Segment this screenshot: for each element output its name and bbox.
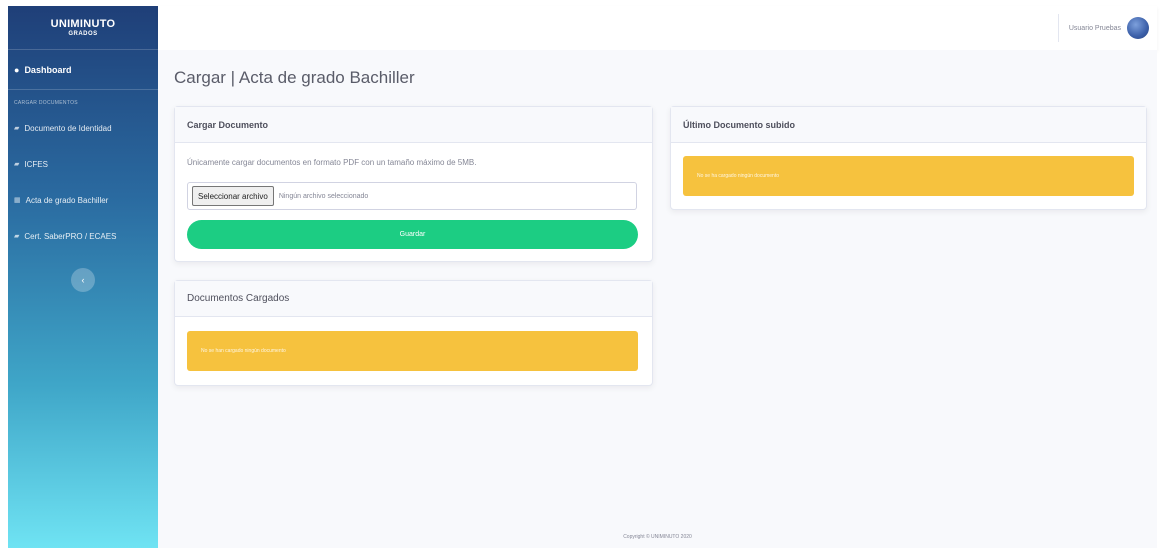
page-title: Cargar | Acta de grado Bachiller [174,68,415,87]
avatar[interactable] [1127,17,1149,39]
sidebar-item-icfes[interactable]: ▰ ICFES [8,146,158,182]
folder-icon: ▰ [14,125,20,132]
upload-card-header: Cargar Documento [175,107,652,143]
user-name[interactable]: Usuario Pruebas [1069,25,1121,32]
select-file-button[interactable]: Seleccionar archivo [192,186,274,206]
sidebar-item-label: Documento de Identidad [24,123,112,133]
sidebar-item-label: ICFES [24,159,48,169]
loaded-documents-alert: No se han cargado ningún documento [187,331,638,371]
last-document-card: Último Documento subido No se ha cargado… [670,106,1147,210]
sidebar-item-acta-grado[interactable]: ▦ Acta de grado Bachiller [8,182,158,218]
sidebar-item-label: Cert. SaberPRO / ECAES [24,231,117,241]
sidebar-item-documento-identidad[interactable]: ▰ Documento de Identidad [8,110,158,146]
save-button[interactable]: Guardar [187,220,638,249]
main-content: Cargar | Acta de grado Bachiller Cargar … [158,50,1157,548]
file-input[interactable]: Seleccionar archivo Ningún archivo selec… [187,182,637,210]
table-icon: ▦ [14,197,21,204]
topbar-divider [1057,14,1059,42]
brand-subtitle: GRADOS [68,31,98,37]
file-name-text: Ningún archivo seleccionado [278,192,369,200]
sidebar-section-heading: CARGAR DOCUMENTOS [14,100,78,106]
folder-icon: ▰ [14,233,20,240]
loaded-documents-header: Documentos Cargados [175,281,652,317]
folder-icon: ▰ [14,161,20,168]
sidebar: UNIMINUTO GRADOS ● Dashboard CARGAR DOCU… [8,6,158,548]
sidebar-brand[interactable]: UNIMINUTO GRADOS [8,6,158,50]
dashboard-icon: ● [14,64,20,75]
footer-copyright: Copyright © UNIMINUTO 2020 [623,534,692,540]
chevron-left-icon: ‹ [81,275,85,285]
topbar: Usuario Pruebas [158,6,1157,50]
sidebar-item-label: Acta de grado Bachiller [25,195,109,205]
upload-card: Cargar Documento Únicamente cargar docum… [174,106,653,262]
sidebar-toggle-button[interactable]: ‹ [71,268,95,292]
loaded-documents-card: Documentos Cargados No se han cargado ni… [174,280,653,386]
sidebar-item-dashboard[interactable]: ● Dashboard [8,50,158,90]
sidebar-item-saberpro[interactable]: ▰ Cert. SaberPRO / ECAES [8,218,158,254]
upload-help-text: Únicamente cargar documentos en formato … [187,158,477,167]
brand-name: UNIMINUTO [50,18,116,30]
sidebar-item-label: Dashboard [24,64,72,75]
last-document-header: Último Documento subido [671,107,1146,143]
last-document-alert: No se ha cargado ningún documento [683,156,1134,196]
